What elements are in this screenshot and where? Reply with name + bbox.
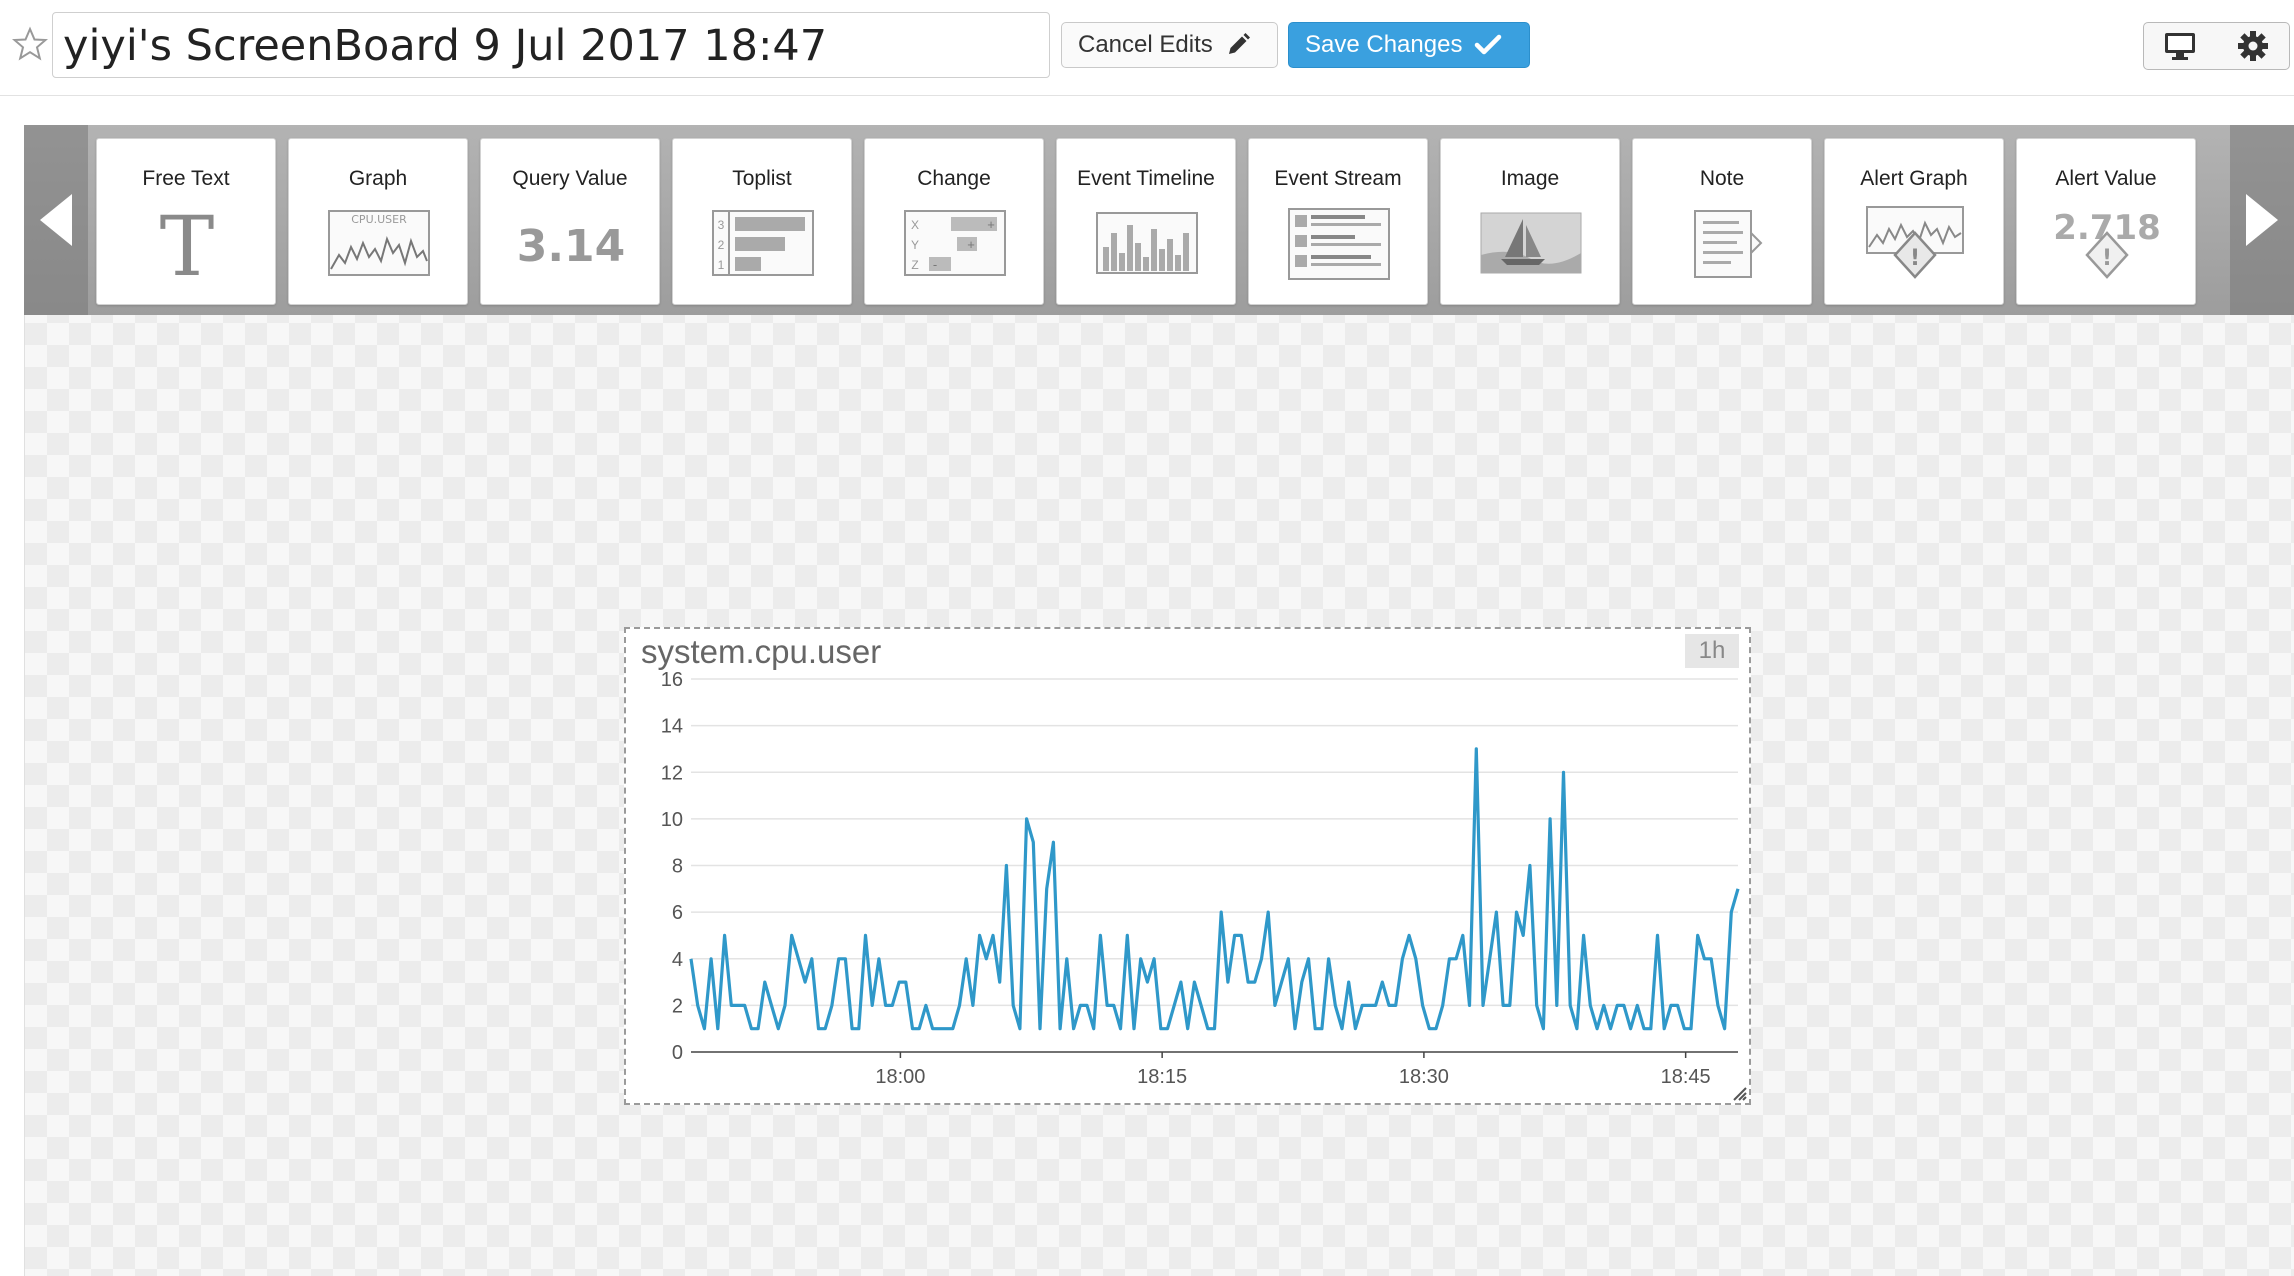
checkmark-icon bbox=[1475, 34, 1502, 55]
y-tick-label: 2 bbox=[672, 995, 683, 1017]
svg-text:X: X bbox=[911, 218, 919, 232]
graph-icon-text: CPU.USER bbox=[351, 213, 407, 226]
image-icon bbox=[1480, 212, 1582, 274]
y-tick-label: 12 bbox=[661, 762, 683, 784]
toolbar-scroll-right[interactable] bbox=[2230, 125, 2294, 315]
pencil-icon bbox=[1228, 33, 1250, 54]
widget-tile-label: Note bbox=[1699, 167, 1745, 190]
note-icon bbox=[1694, 210, 1763, 278]
svg-text:!: ! bbox=[2102, 246, 2112, 271]
alert-graph-icon: ! bbox=[1866, 206, 1964, 279]
toolbar-scroll-left[interactable] bbox=[24, 125, 88, 315]
chevron-left-icon bbox=[40, 194, 72, 246]
widget-tile-label: Toplist bbox=[732, 167, 792, 190]
svg-text:2: 2 bbox=[718, 238, 725, 252]
monitor-icon bbox=[2165, 33, 2195, 60]
y-tick-label: 8 bbox=[672, 856, 683, 878]
series-line bbox=[689, 747, 1740, 1031]
alert-value-icon: 2.718 ! bbox=[2053, 208, 2161, 279]
x-tick-label: 18:15 bbox=[1137, 1066, 1187, 1088]
widget-tile-note[interactable]: Note bbox=[1632, 138, 1812, 305]
widget-tile-label: Event Stream bbox=[1274, 167, 1402, 190]
change-icon: X Y Z + + - bbox=[904, 210, 1006, 276]
widget-tile-label: Image bbox=[1500, 167, 1560, 190]
svg-text:+: + bbox=[987, 217, 995, 232]
svg-text:1: 1 bbox=[718, 258, 725, 272]
widget-tile-change[interactable]: Change X Y Z + + - bbox=[864, 138, 1044, 305]
widget-tile-toplist[interactable]: Toplist 3 2 1 bbox=[672, 138, 852, 305]
widget-tile-alert-graph[interactable]: Alert Graph ! bbox=[1824, 138, 2004, 305]
timeseries-widget[interactable]: system.cpu.user 1h 0 2 4 6 8 10 12 14 16 18:00 18:… bbox=[624, 627, 1751, 1105]
free-text-icon: T bbox=[160, 203, 215, 283]
chevron-right-icon bbox=[2246, 194, 2278, 246]
star-icon[interactable] bbox=[12, 26, 48, 62]
svg-text:-: - bbox=[933, 257, 937, 272]
widget-tile-label: Graph bbox=[348, 167, 408, 190]
widget-tile-graph[interactable]: Graph CPU.USER bbox=[288, 138, 468, 305]
y-tick-label: 10 bbox=[661, 809, 683, 831]
cancel-edits-button[interactable]: Cancel Edits bbox=[1061, 22, 1278, 68]
x-tick-label: 18:30 bbox=[1399, 1066, 1449, 1088]
save-changes-label: Save Changes bbox=[1305, 31, 1463, 58]
widget-tile-free-text[interactable]: Free Text T bbox=[96, 138, 276, 305]
widget-tile-label: Alert Value bbox=[2055, 167, 2157, 190]
query-value-icon: 3.14 bbox=[517, 221, 626, 272]
event-stream-icon bbox=[1288, 208, 1390, 280]
tv-mode-button[interactable] bbox=[2143, 22, 2217, 70]
y-tick-label: 0 bbox=[672, 1042, 683, 1064]
widget-tile-alert-value[interactable]: Alert Value 2.718 ! bbox=[2016, 138, 2196, 305]
widget-title: system.cpu.user bbox=[641, 633, 882, 670]
y-tick-label: 16 bbox=[661, 669, 683, 691]
widget-tile-label: Free Text bbox=[142, 167, 230, 190]
top-bar: yiyi's ScreenBoard 9 Jul 2017 18:47 Canc… bbox=[0, 0, 2294, 96]
widget-tile-label: Query Value bbox=[512, 167, 628, 190]
widget-tile-label: Alert Graph bbox=[1860, 167, 1968, 190]
toplist-icon: 3 2 1 bbox=[712, 210, 814, 276]
widget-tile-event-timeline[interactable]: Event Timeline bbox=[1056, 138, 1236, 305]
svg-text:!: ! bbox=[1910, 246, 1920, 271]
query-value-icon-text: 3.14 bbox=[517, 221, 626, 272]
y-tick-label: 14 bbox=[661, 716, 683, 738]
timeframe-badge: 1h bbox=[1685, 634, 1739, 668]
widget-tile-label: Event Timeline bbox=[1077, 167, 1215, 190]
widget-toolbar: Free Text T Graph CPU.USER Query Value 3… bbox=[24, 125, 2294, 315]
svg-text:Y: Y bbox=[911, 238, 919, 252]
settings-button[interactable] bbox=[2216, 22, 2290, 70]
y-tick-label: 4 bbox=[672, 949, 683, 971]
gear-icon bbox=[2237, 31, 2268, 61]
resize-handle-icon[interactable] bbox=[1731, 1085, 1747, 1101]
svg-text:T: T bbox=[160, 203, 215, 283]
widget-tile-image[interactable]: Image bbox=[1440, 138, 1620, 305]
cpu-line-chart: 0 2 4 6 8 10 12 14 16 18:00 18:15 18:30 18:45 bbox=[661, 669, 1740, 1088]
graph-icon: CPU.USER bbox=[328, 210, 430, 276]
x-tick-label: 18:00 bbox=[875, 1066, 925, 1088]
widget-tile-label: Change bbox=[917, 167, 991, 190]
y-tick-label: 6 bbox=[672, 902, 683, 924]
svg-text:+: + bbox=[967, 237, 975, 252]
x-tick-label: 18:45 bbox=[1661, 1066, 1711, 1088]
widget-tile-event-stream[interactable]: Event Stream bbox=[1248, 138, 1428, 305]
widget-tile-query-value[interactable]: Query Value 3.14 bbox=[480, 138, 660, 305]
screenboard-title-input[interactable]: yiyi's ScreenBoard 9 Jul 2017 18:47 bbox=[52, 12, 1050, 78]
save-changes-button[interactable]: Save Changes bbox=[1288, 22, 1530, 68]
svg-text:3: 3 bbox=[718, 218, 725, 232]
event-timeline-icon bbox=[1096, 212, 1198, 274]
svg-text:Z: Z bbox=[911, 258, 918, 272]
cancel-edits-label: Cancel Edits bbox=[1078, 31, 1213, 58]
